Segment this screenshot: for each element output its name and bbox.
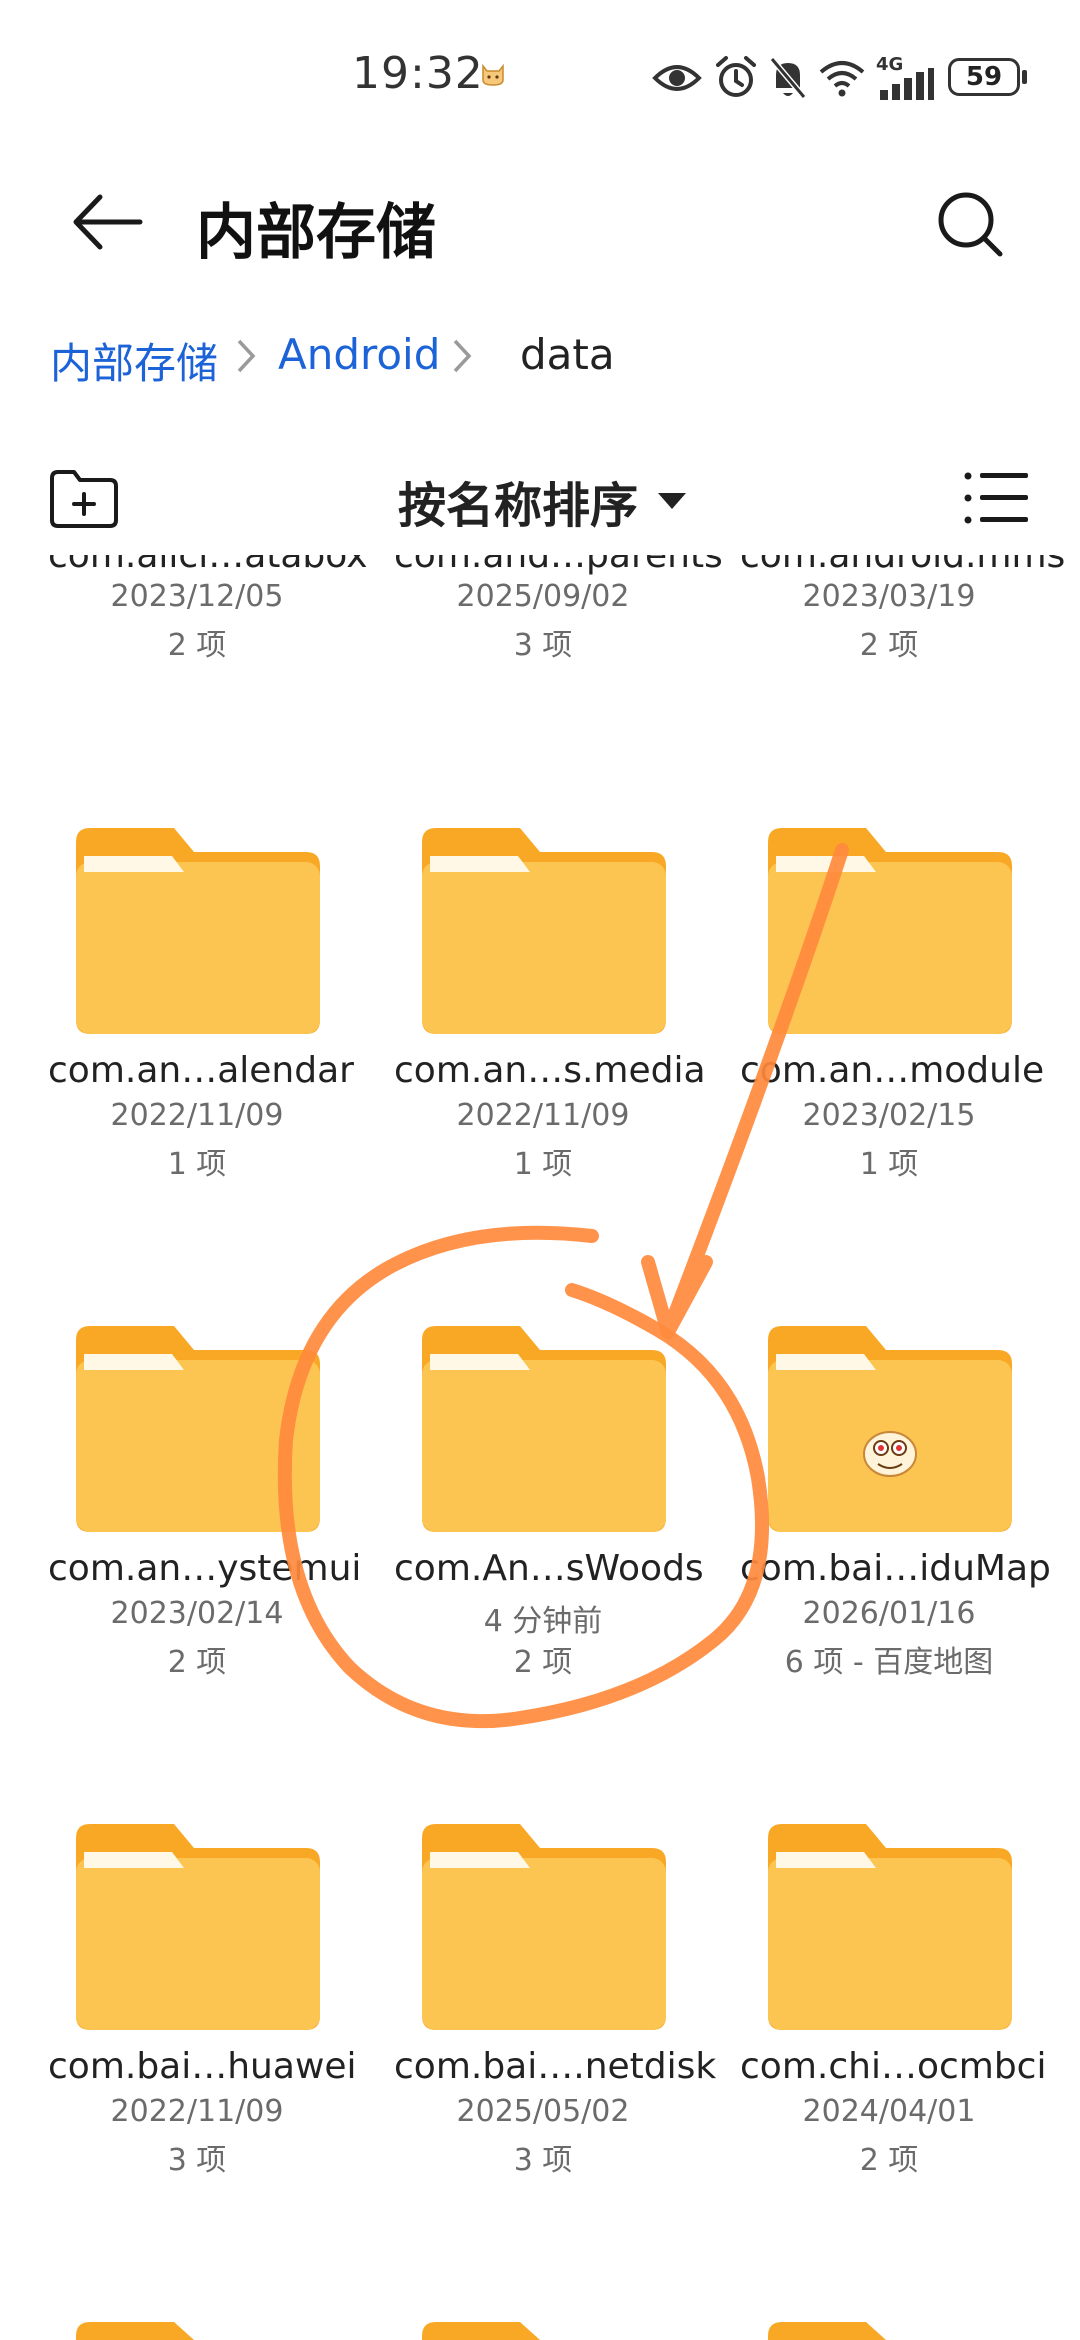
folder-date: 2024/04/01 xyxy=(802,2094,976,2129)
folder-icon xyxy=(76,1824,320,2030)
folder-item[interactable]: com.an…module 2023/02/15 1 项 xyxy=(740,828,1080,1248)
folder-item[interactable]: com.bai….netdisk 2025/05/02 3 项 xyxy=(394,1824,740,2244)
folder-count: 2 项 xyxy=(167,1645,227,1680)
folder-name: com.an…alendar xyxy=(48,1050,354,1091)
folder-name: com.bai…iduMap xyxy=(740,1548,1051,1589)
folder-name: com.an…ystemui xyxy=(48,1548,362,1589)
folder-count: 2 项 xyxy=(513,1645,573,1680)
folder-name: com.chi…ocmbci xyxy=(740,2046,1047,2087)
folder-count: 1 项 xyxy=(859,1147,919,1182)
folder-item[interactable]: com.An…sWoods 4 分钟前 2 项 xyxy=(394,1326,740,1746)
folder-icon-partial xyxy=(76,2322,194,2340)
folder-date: 2022/11/09 xyxy=(110,2094,284,2129)
folder-item[interactable]: com.an…ystemui 2023/02/14 2 项 xyxy=(48,1326,394,1746)
folder-count: 3 项 xyxy=(513,2143,573,2178)
folder-date: 2023/02/14 xyxy=(110,1596,284,1631)
baidu-map-app-badge-icon xyxy=(863,1431,917,1477)
folder-date: 2025/05/02 xyxy=(456,2094,630,2129)
folder-name: com.an…module xyxy=(740,1050,1045,1091)
folder-date: 2026/01/16 xyxy=(802,1596,976,1631)
folder-count: 6 项 - 百度地图 xyxy=(784,1645,994,1680)
folder-count: 1 项 xyxy=(167,1147,227,1182)
folder-name: com.bai….netdisk xyxy=(394,2046,717,2087)
folder-item[interactable]: com.an…alendar 2022/11/09 1 项 xyxy=(48,828,394,1248)
folder-name: com.an…s.media xyxy=(394,1050,706,1091)
folder-item[interactable]: com.chi…ocmbci 2024/04/01 2 项 xyxy=(740,1824,1080,2244)
folder-icon xyxy=(422,828,666,1034)
folder-date: 2023/02/15 xyxy=(802,1098,976,1133)
folder-icon xyxy=(422,1326,666,1532)
folder-grid: com.an…alendar 2022/11/09 1 项 com.an…s.m… xyxy=(0,0,1080,2340)
folder-icon xyxy=(76,1326,320,1532)
folder-count: 1 项 xyxy=(513,1147,573,1182)
folder-item[interactable]: com.bai…huawei 2022/11/09 3 项 xyxy=(48,1824,394,2244)
folder-date: 2022/11/09 xyxy=(110,1098,284,1133)
folder-count: 2 项 xyxy=(859,2143,919,2178)
folder-icon xyxy=(768,1326,1012,1532)
folder-name: com.bai…huawei xyxy=(48,2046,357,2087)
folder-icon-partial xyxy=(768,2322,886,2340)
folder-icon xyxy=(76,828,320,1034)
folder-count: 3 项 xyxy=(167,2143,227,2178)
folder-name: com.An…sWoods xyxy=(394,1548,704,1589)
folder-icon xyxy=(768,1824,1012,2030)
folder-icon xyxy=(422,1824,666,2030)
folder-icon-partial xyxy=(422,2322,540,2340)
folder-date: 2022/11/09 xyxy=(456,1098,630,1133)
folder-item[interactable]: com.an…s.media 2022/11/09 1 项 xyxy=(394,828,740,1248)
folder-item[interactable]: com.bai…iduMap 2026/01/16 6 项 - 百度地图 xyxy=(740,1326,1080,1746)
folder-date: 4 分钟前 xyxy=(483,1604,603,1639)
folder-icon xyxy=(768,828,1012,1034)
